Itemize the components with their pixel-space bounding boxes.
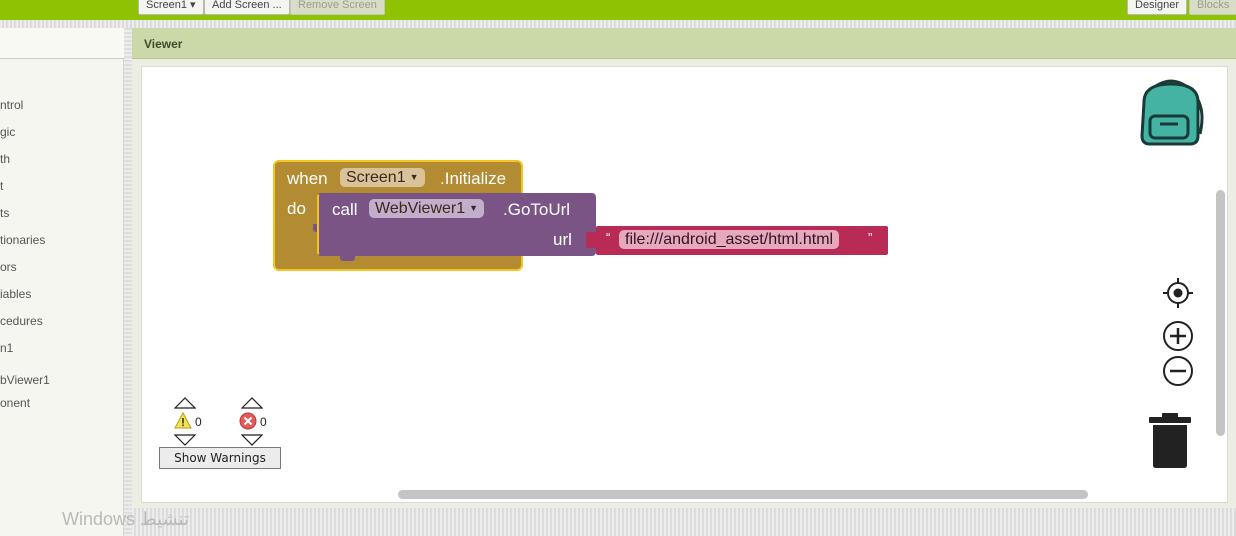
show-warnings-button[interactable]: Show Warnings: [159, 447, 281, 469]
bottom-strip: [132, 508, 1236, 536]
top-toolbar: Screen1 ▾ Add Screen ... Remove Screen D…: [0, 0, 1236, 20]
webviewer-component-dropdown[interactable]: WebViewer1 ▼: [369, 199, 485, 218]
vertical-scrollbar[interactable]: [1216, 190, 1225, 436]
palette-item-variables[interactable]: iables: [0, 287, 31, 301]
initialize-event-label: .Initialize: [440, 169, 507, 188]
backpack-icon[interactable]: [1136, 78, 1206, 148]
url-param-label: url: [553, 230, 572, 249]
blocks-workspace[interactable]: [141, 66, 1228, 503]
close-quote: ”: [868, 230, 873, 245]
error-prev-icon[interactable]: [240, 396, 264, 409]
palette-item-math[interactable]: th: [0, 152, 10, 166]
palette-item-text[interactable]: t: [0, 179, 3, 193]
horizontal-scrollbar[interactable]: [398, 490, 1088, 499]
gotourl-method-label: .GoToUrl: [503, 200, 571, 219]
viewer-title: Viewer: [132, 28, 1236, 59]
url-text-field[interactable]: file:///android_asset/html.html: [619, 230, 840, 249]
error-next-icon[interactable]: [240, 433, 264, 446]
warning-prev-icon[interactable]: [173, 396, 197, 409]
text-block-socket: [586, 232, 596, 248]
webviewer-component-label: WebViewer1: [375, 200, 466, 217]
when-label: when: [287, 169, 328, 188]
call-label: call: [332, 200, 358, 219]
zoom-out-icon[interactable]: [1162, 355, 1194, 387]
screen-component-label: Screen1: [346, 169, 406, 186]
zoom-in-icon[interactable]: [1162, 320, 1194, 352]
panel-divider[interactable]: [124, 28, 132, 536]
palette-item-procedures[interactable]: cedures: [0, 314, 43, 328]
warning-next-icon[interactable]: [173, 433, 197, 446]
remove-screen-button[interactable]: Remove Screen: [290, 0, 385, 15]
recenter-icon[interactable]: [1162, 277, 1194, 309]
toolbar-separator: [0, 20, 1236, 28]
error-count: 0: [260, 415, 267, 429]
designer-button[interactable]: Designer: [1127, 0, 1188, 15]
palette-header: [0, 28, 124, 59]
palette-item-any-component[interactable]: onent: [0, 396, 30, 410]
add-screen-button[interactable]: Add Screen ...: [204, 0, 290, 15]
blocks-button[interactable]: Blocks: [1189, 0, 1236, 15]
error-icon: [239, 412, 257, 430]
palette-item-lists[interactable]: ts: [0, 206, 9, 220]
palette-item-webviewer1[interactable]: bViewer1: [0, 373, 50, 387]
dropdown-arrow-icon: ▼: [469, 203, 479, 213]
screen-select-button[interactable]: Screen1 ▾: [138, 0, 204, 15]
screen-component-dropdown[interactable]: Screen1 ▼: [340, 168, 425, 187]
palette-item-screen1[interactable]: n1: [0, 341, 13, 355]
open-quote: “: [606, 230, 611, 245]
windows-activation-watermark: Windows تنشيط: [62, 509, 190, 529]
palette-item-colors[interactable]: ors: [0, 260, 17, 274]
do-label: do: [287, 199, 306, 218]
dropdown-arrow-icon: ▼: [409, 172, 419, 182]
palette-item-logic[interactable]: gic: [0, 125, 15, 139]
palette-item-dictionaries[interactable]: tionaries: [0, 233, 45, 247]
warning-count: 0: [195, 415, 202, 429]
trash-icon[interactable]: [1148, 412, 1192, 470]
palette-item-control[interactable]: ntrol: [0, 98, 23, 112]
warning-icon: [174, 411, 192, 429]
